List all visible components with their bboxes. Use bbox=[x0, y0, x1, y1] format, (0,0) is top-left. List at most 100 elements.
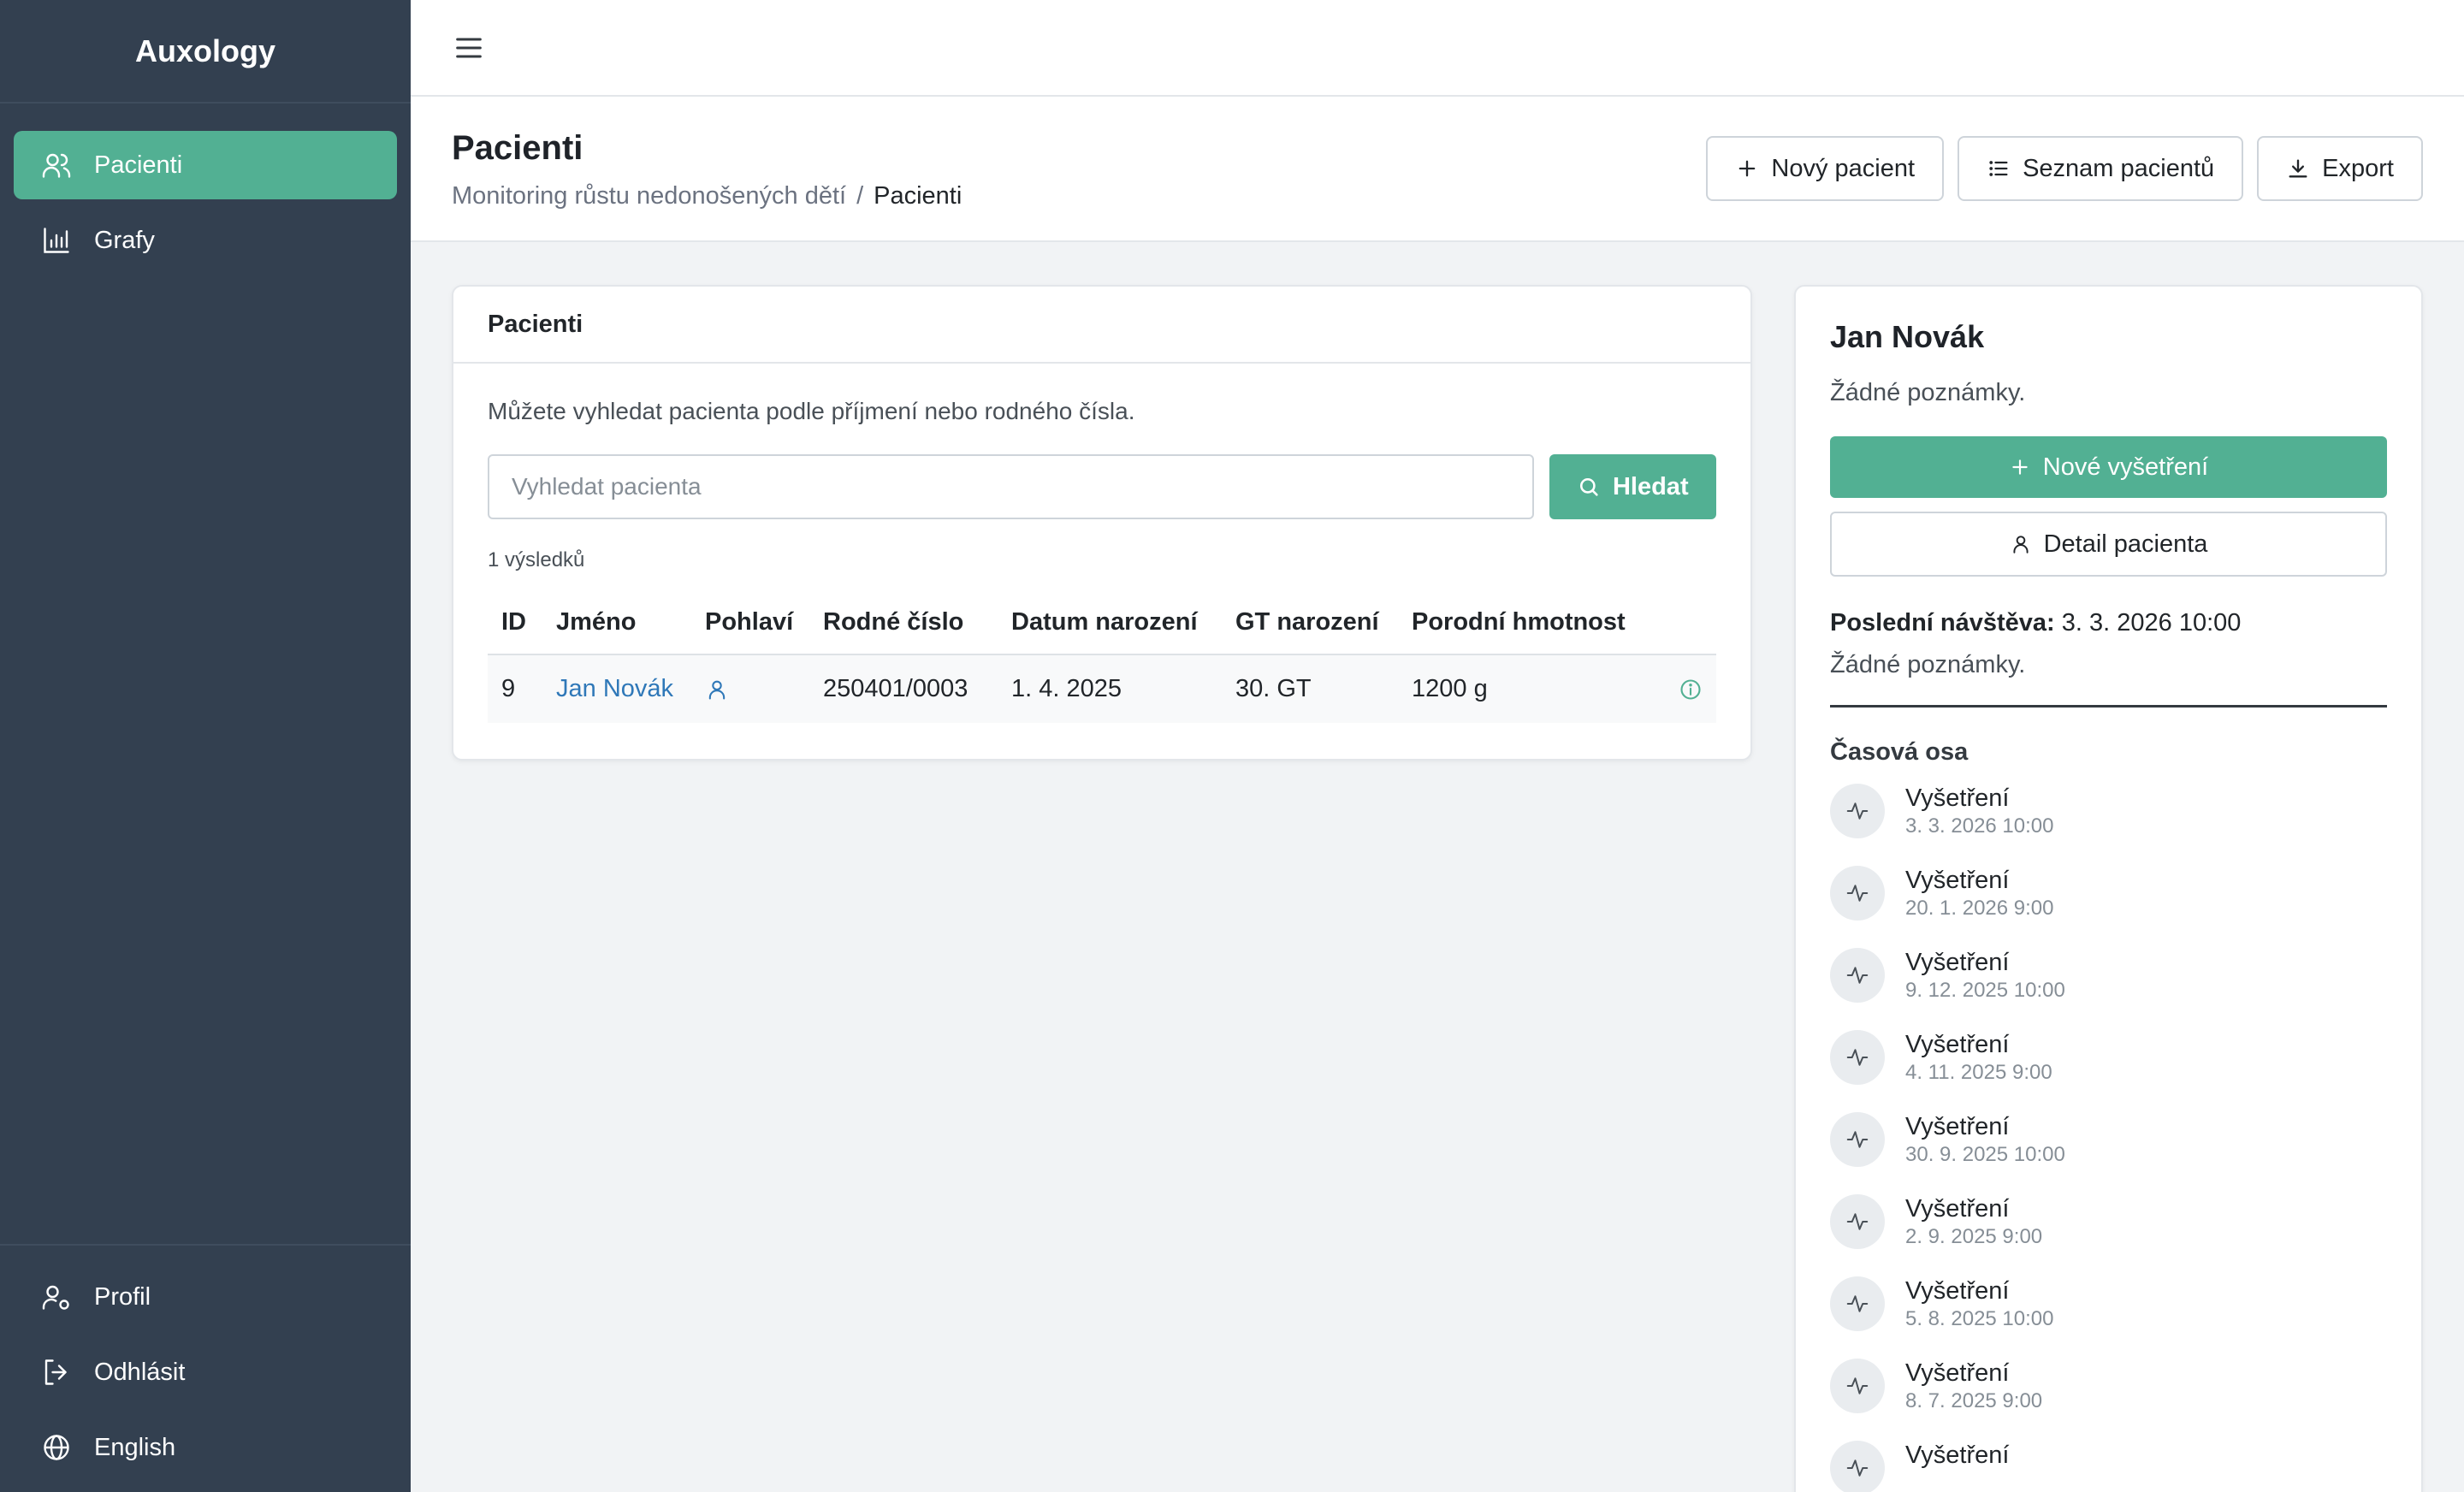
new-patient-button[interactable]: Nový pacient bbox=[1706, 136, 1945, 201]
sidebar-item-odhlasit[interactable]: Odhlásit bbox=[14, 1335, 397, 1410]
sidebar-nav: Pacienti Grafy bbox=[0, 104, 411, 1244]
person-icon bbox=[708, 680, 726, 700]
cell-birth-date: 1. 4. 2025 bbox=[998, 654, 1222, 723]
sidebar-item-label: Pacienti bbox=[94, 151, 183, 179]
sidebar-item-pacienti[interactable]: Pacienti bbox=[14, 131, 397, 199]
timeline-item[interactable]: Vyšetření 4. 11. 2025 9:00 bbox=[1830, 1030, 2387, 1112]
activity-icon bbox=[1830, 1194, 1885, 1249]
page-title: Pacienti bbox=[452, 129, 583, 167]
sidebar-item-english[interactable]: English bbox=[14, 1410, 397, 1485]
activity-icon bbox=[1830, 1441, 1885, 1492]
patient-detail-label: Detail pacienta bbox=[2043, 530, 2208, 558]
timeline-item-date: 4. 11. 2025 9:00 bbox=[1905, 1061, 2052, 1084]
logout-icon bbox=[44, 1359, 67, 1385]
page-header: Pacienti Monitoring růstu nedonošených d… bbox=[411, 97, 2464, 242]
cell-gt: 30. GT bbox=[1222, 654, 1398, 723]
divider bbox=[1830, 705, 2387, 708]
column-header[interactable]: Pohlaví bbox=[691, 591, 809, 655]
sidebar-item-profil[interactable]: Profil bbox=[14, 1259, 397, 1335]
timeline-item-label: Vyšetření bbox=[1905, 1442, 2010, 1469]
app-title[interactable]: Auxology bbox=[0, 0, 411, 104]
timeline-item-date: 5. 8. 2025 10:00 bbox=[1905, 1307, 2054, 1330]
search-icon bbox=[1579, 477, 1598, 496]
patient-name: Jan Novák bbox=[1830, 319, 1985, 354]
table-header-row: ID Jméno Pohlaví Rodné číslo Datum naroz… bbox=[488, 591, 1716, 655]
timeline-item-date: 30. 9. 2025 10:00 bbox=[1905, 1143, 2065, 1166]
user-cog-icon bbox=[42, 1285, 69, 1310]
timeline-item-date: 3. 3. 2026 10:00 bbox=[1905, 814, 2054, 838]
timeline-item-label: Vyšetření bbox=[1905, 784, 2010, 812]
patient-list-label: Seznam pacientů bbox=[2023, 154, 2215, 182]
timeline-item-label: Vyšetření bbox=[1905, 1031, 2010, 1058]
timeline-item-label: Vyšetření bbox=[1905, 1113, 2010, 1140]
search-button[interactable]: Hledat bbox=[1549, 454, 1716, 519]
search-input[interactable] bbox=[488, 454, 1534, 519]
timeline-item[interactable]: Vyšetření 3. 3. 2026 10:00 bbox=[1830, 784, 2387, 866]
cell-id: 9 bbox=[488, 654, 542, 723]
timeline-title: Časová osa bbox=[1830, 738, 1969, 766]
timeline-item[interactable]: Vyšetření 5. 8. 2025 10:00 bbox=[1830, 1276, 2387, 1359]
activity-icon bbox=[1830, 1359, 1885, 1413]
sidebar-item-label: Odhlásit bbox=[94, 1358, 186, 1386]
timeline-item-label: Vyšetření bbox=[1905, 867, 2010, 894]
column-header[interactable]: Porodní hmotnost bbox=[1398, 591, 1665, 655]
activity-icon bbox=[1830, 1112, 1885, 1167]
column-header[interactable]: Jméno bbox=[542, 591, 691, 655]
timeline-item-label: Vyšetření bbox=[1905, 949, 2010, 976]
plus-icon bbox=[2012, 459, 2028, 475]
sidebar-item-grafy[interactable]: Grafy bbox=[14, 206, 397, 275]
plus-icon bbox=[1739, 160, 1756, 177]
patient-detail-button[interactable]: Detail pacienta bbox=[1830, 512, 2387, 577]
breadcrumb-parent[interactable]: Monitoring růstu nedonošených dětí bbox=[452, 182, 846, 210]
column-header[interactable]: Rodné číslo bbox=[809, 591, 998, 655]
column-header[interactable]: GT narození bbox=[1222, 591, 1398, 655]
search-button-label: Hledat bbox=[1612, 472, 1689, 500]
cell-weight: 1200 g bbox=[1398, 654, 1665, 723]
column-header[interactable]: Datum narození bbox=[998, 591, 1222, 655]
last-visit-value: 3. 3. 2026 10:00 bbox=[2061, 609, 2242, 636]
timeline-item[interactable]: Vyšetření bbox=[1830, 1441, 2387, 1492]
timeline-item[interactable]: Vyšetření 2. 9. 2025 9:00 bbox=[1830, 1194, 2387, 1276]
timeline-item[interactable]: Vyšetření 8. 7. 2025 9:00 bbox=[1830, 1359, 2387, 1441]
export-button[interactable]: Export bbox=[2257, 136, 2423, 201]
list-icon bbox=[1989, 161, 2008, 176]
new-exam-button[interactable]: Nové vyšetření bbox=[1830, 436, 2387, 498]
timeline-item-date: 9. 12. 2025 10:00 bbox=[1905, 979, 2065, 1002]
new-patient-label: Nový pacient bbox=[1771, 154, 1916, 182]
activity-icon bbox=[1830, 948, 1885, 1003]
column-header-actions bbox=[1665, 591, 1716, 655]
breadcrumb: Monitoring růstu nedonošených dětí / Pacie… bbox=[452, 182, 962, 210]
table-row[interactable]: 9 Jan Novák 250401/0003 1. 4. 2025 30. G… bbox=[488, 654, 1716, 723]
patient-list-button[interactable]: Seznam pacientů bbox=[1958, 136, 2244, 201]
timeline-item[interactable]: Vyšetření 30. 9. 2025 10:00 bbox=[1830, 1112, 2387, 1194]
patients-card: Pacienti Můžete vyhledat pacienta podle … bbox=[452, 285, 1752, 761]
bar-chart-icon bbox=[44, 228, 69, 253]
sidebar-item-label: Grafy bbox=[94, 226, 155, 254]
info-icon[interactable] bbox=[1679, 678, 1703, 702]
column-header[interactable]: ID bbox=[488, 591, 542, 655]
card-title: Pacienti bbox=[453, 287, 1750, 364]
breadcrumb-current: Pacienti bbox=[874, 182, 962, 210]
timeline-item[interactable]: Vyšetření 9. 12. 2025 10:00 bbox=[1830, 948, 2387, 1030]
timeline: Vyšetření 3. 3. 2026 10:00 Vyšetření 20. 1… bbox=[1830, 784, 2387, 1492]
cell-gender bbox=[691, 654, 809, 723]
results-count: 1 výsledků bbox=[488, 548, 585, 571]
sidebar-item-label: Profil bbox=[94, 1282, 151, 1311]
last-visit-label: Poslední návštěva: bbox=[1830, 609, 2055, 636]
activity-icon bbox=[1830, 784, 1885, 838]
timeline-item-date: 8. 7. 2025 9:00 bbox=[1905, 1389, 2043, 1412]
cell-birth-number: 250401/0003 bbox=[809, 654, 998, 723]
timeline-item-label: Vyšetření bbox=[1905, 1195, 2010, 1223]
last-visit: Poslední návštěva: 3. 3. 2026 10:00 bbox=[1830, 609, 2387, 637]
last-visit-notes: Žádné poznámky. bbox=[1830, 651, 2026, 678]
breadcrumb-separator: / bbox=[856, 182, 864, 210]
sidebar-item-label: English bbox=[94, 1433, 176, 1461]
patient-name-link[interactable]: Jan Novák bbox=[542, 654, 691, 723]
topbar bbox=[411, 0, 2464, 97]
activity-icon bbox=[1830, 866, 1885, 921]
hamburger-icon[interactable] bbox=[452, 31, 486, 65]
patients-table: ID Jméno Pohlaví Rodné číslo Datum naroz… bbox=[488, 591, 1716, 723]
activity-icon bbox=[1830, 1276, 1885, 1331]
timeline-item[interactable]: Vyšetření 20. 1. 2026 9:00 bbox=[1830, 866, 2387, 948]
header-actions: Nový pacient Seznam pacientů Export bbox=[1706, 136, 2423, 201]
